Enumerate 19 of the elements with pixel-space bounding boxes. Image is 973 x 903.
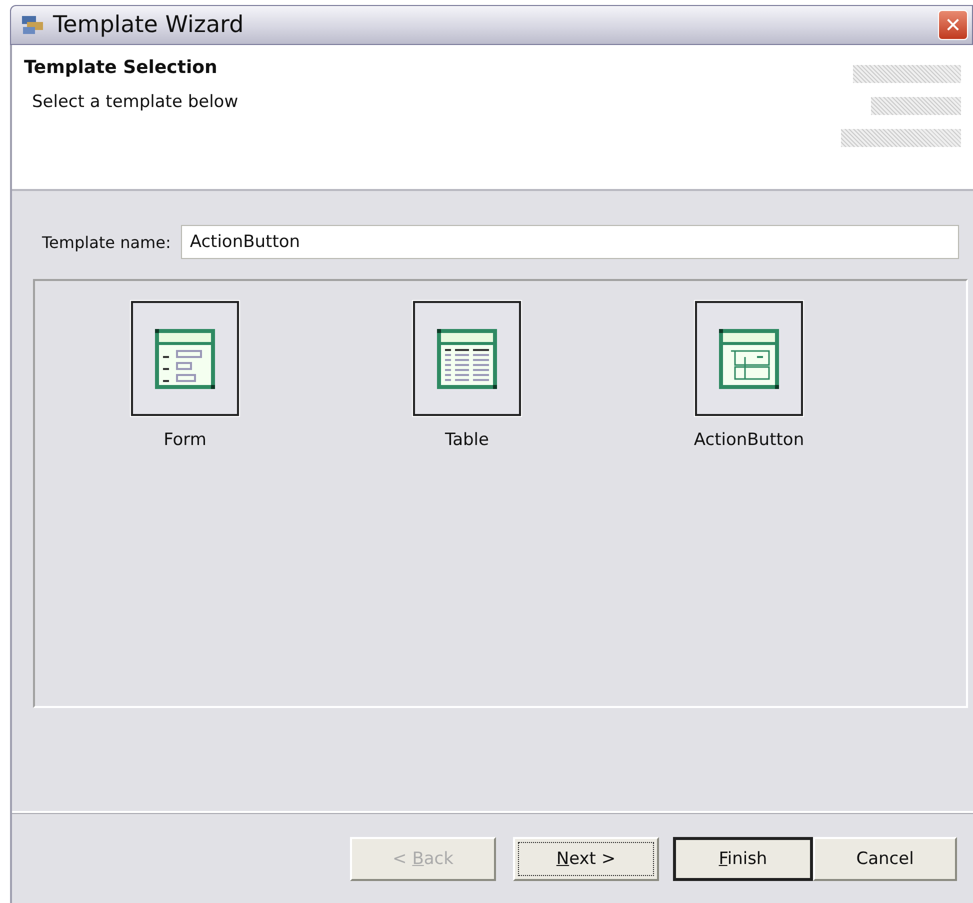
template-name-field[interactable]: ActionButton [180, 225, 959, 259]
template-label: ActionButton [694, 430, 804, 450]
dialog-button[interactable]: Finish [673, 837, 813, 881]
window-title: Template Wizard [53, 12, 245, 38]
field-label: Template name: [42, 232, 171, 252]
template-icon [435, 326, 499, 390]
template-item[interactable] [413, 301, 521, 416]
template-item[interactable] [695, 301, 803, 416]
page-subtitle: Select a template below [32, 92, 238, 112]
dialog-button[interactable]: Cancel [813, 837, 957, 881]
template-item[interactable] [131, 301, 239, 416]
page-title: Template Selection [24, 57, 218, 78]
close-button[interactable]: ✕ [938, 10, 968, 40]
template-icon [153, 326, 217, 390]
template-label: Table [445, 430, 489, 450]
dialog-button[interactable]: Next > [513, 837, 659, 881]
template-icon [717, 326, 781, 390]
app-icon [21, 14, 45, 36]
template-label: Form [164, 430, 206, 450]
